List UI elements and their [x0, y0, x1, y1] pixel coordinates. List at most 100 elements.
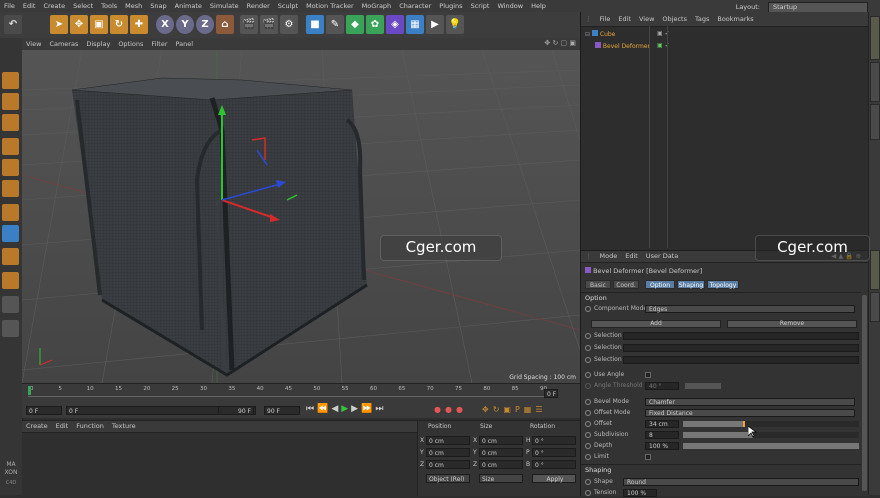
- tab-basic[interactable]: Basic: [585, 280, 611, 289]
- object-row-cube[interactable]: ⊟ Cube ▣ ✓: [585, 30, 865, 40]
- menu-animate[interactable]: Animate: [171, 0, 206, 12]
- vp-menu-options[interactable]: Options: [114, 38, 147, 50]
- angle-threshold-slider[interactable]: [685, 383, 721, 389]
- cube-object-name[interactable]: Cube: [600, 31, 616, 38]
- vp-menu-panel[interactable]: Panel: [172, 38, 198, 50]
- limit-checkbox[interactable]: [645, 454, 651, 460]
- viewport-nav-icons[interactable]: ✥ ↻ ▢ ▣: [544, 39, 576, 47]
- key-pla-icon[interactable]: ▦: [524, 405, 536, 414]
- anim-dot-icon[interactable]: [585, 345, 591, 351]
- render-view-icon[interactable]: 🎬: [240, 15, 258, 34]
- timeline-ruler[interactable]: 051015202530354045505560657075808590 0 F: [22, 383, 580, 404]
- menu-tools[interactable]: Tools: [97, 0, 121, 12]
- polygons-mode-icon[interactable]: [2, 180, 19, 197]
- select-arrow-icon[interactable]: ➤: [50, 15, 68, 34]
- autokey-icon[interactable]: ●: [445, 405, 456, 414]
- apply-button[interactable]: Apply: [532, 474, 576, 483]
- workplane-icon[interactable]: [2, 272, 19, 289]
- mat-menu-texture[interactable]: Texture: [108, 421, 140, 432]
- shape-dropdown[interactable]: Round: [623, 478, 859, 486]
- key-rot-icon[interactable]: ↻: [493, 405, 504, 414]
- tab-coord[interactable]: Coord.: [613, 280, 639, 289]
- points-mode-icon[interactable]: [2, 138, 19, 155]
- subdivision-field[interactable]: 8: [645, 431, 679, 439]
- tweak-mode-icon[interactable]: [2, 225, 19, 242]
- content-browser-dock-tab[interactable]: [870, 62, 880, 102]
- component-mode-dropdown[interactable]: Edges: [645, 305, 855, 313]
- offset-slider[interactable]: [683, 421, 859, 427]
- tab-option[interactable]: Option: [645, 280, 675, 289]
- subdivision-slider[interactable]: [683, 432, 859, 438]
- playback-controls[interactable]: ⏮⏪◀▶▶⏩⏭: [306, 404, 386, 414]
- attr-menu-edit[interactable]: Edit: [621, 251, 642, 262]
- menu-help[interactable]: Help: [527, 0, 550, 12]
- key-menu-icon[interactable]: ☰: [535, 405, 546, 414]
- move-icon[interactable]: ✥: [70, 15, 88, 34]
- timeline-end-field[interactable]: 0 F: [544, 389, 558, 398]
- render-picture-icon[interactable]: 🎬: [260, 15, 278, 34]
- key-scale-icon[interactable]: ▣: [503, 405, 515, 414]
- object-row-bevel-deformer[interactable]: Bevel Deformer ▣ ✓: [595, 42, 865, 52]
- step-fwd-icon[interactable]: ▶: [351, 404, 361, 414]
- anim-dot-icon[interactable]: [585, 372, 591, 378]
- play-icon[interactable]: ▶: [341, 404, 351, 414]
- anim-dot-icon[interactable]: [585, 410, 591, 416]
- add-icon[interactable]: ✚: [130, 15, 148, 34]
- keyframe-icon[interactable]: ●: [456, 405, 467, 414]
- anim-dot-icon[interactable]: [585, 421, 591, 427]
- anim-dot-icon[interactable]: [585, 490, 591, 496]
- coordinate-system-icon[interactable]: ⌂: [216, 15, 234, 34]
- mat-menu-edit[interactable]: Edit: [52, 421, 73, 432]
- attr-menu-user-data[interactable]: User Data: [642, 251, 682, 262]
- prev-key-icon[interactable]: ⏪: [317, 404, 331, 414]
- tension-field[interactable]: 100 %: [623, 489, 657, 497]
- floor-icon[interactable]: ▦: [406, 15, 424, 34]
- z-axis-icon[interactable]: Z: [196, 15, 214, 34]
- menu-simulate[interactable]: Simulate: [206, 0, 243, 12]
- snap-icon[interactable]: [2, 248, 19, 265]
- lock-icon[interactable]: [2, 320, 19, 337]
- vp-menu-view[interactable]: View: [22, 38, 45, 50]
- obj-menu-bookmarks[interactable]: Bookmarks: [713, 12, 757, 26]
- mat-menu-create[interactable]: Create: [22, 421, 52, 432]
- expand-icon[interactable]: ⊟: [585, 31, 590, 38]
- anim-dot-icon[interactable]: [585, 443, 591, 449]
- anim-dot-icon[interactable]: [585, 432, 591, 438]
- obj-menu-edit[interactable]: Edit: [614, 12, 635, 26]
- pen-icon[interactable]: ✎: [326, 15, 344, 34]
- record-controls[interactable]: ●●●: [434, 405, 467, 414]
- menu-sculpt[interactable]: Sculpt: [274, 0, 302, 12]
- key-type-controls[interactable]: ✥↻▣P▦☰: [482, 405, 547, 414]
- attributes-dock-tab[interactable]: [870, 250, 880, 290]
- step-back-icon[interactable]: ◀: [331, 404, 341, 414]
- size-y-field[interactable]: 0 cm: [479, 448, 523, 457]
- goto-start-icon[interactable]: ⏮: [306, 404, 317, 414]
- anim-dot-icon[interactable]: [585, 357, 591, 363]
- menu-script[interactable]: Script: [467, 0, 494, 12]
- mat-menu-function[interactable]: Function: [72, 421, 108, 432]
- depth-slider[interactable]: [683, 443, 859, 449]
- start-frame-field[interactable]: 0 F: [26, 406, 62, 415]
- playhead[interactable]: [28, 386, 31, 395]
- menu-mograph[interactable]: MoGraph: [358, 0, 396, 12]
- structure-dock-tab[interactable]: [870, 104, 880, 140]
- cube-icon[interactable]: ■: [306, 15, 324, 34]
- rotate-icon[interactable]: ↻: [110, 15, 128, 34]
- camera-icon[interactable]: ▶: [426, 15, 444, 34]
- attr-scrollbar[interactable]: [862, 295, 867, 491]
- rotation-p-field[interactable]: 0 °: [532, 448, 576, 457]
- anim-dot-icon[interactable]: [585, 306, 591, 312]
- bevel-mode-dropdown[interactable]: Chamfer: [645, 398, 855, 406]
- rotation-h-field[interactable]: 0 °: [532, 436, 576, 445]
- menu-motion-tracker[interactable]: Motion Tracker: [302, 0, 358, 12]
- menu-edit[interactable]: Edit: [19, 0, 40, 12]
- menu-mesh[interactable]: Mesh: [121, 0, 146, 12]
- add-button[interactable]: Add: [591, 320, 721, 328]
- vp-menu-display[interactable]: Display: [82, 38, 114, 50]
- size-mode-dropdown[interactable]: Size: [479, 474, 523, 483]
- next-key-icon[interactable]: ⏩: [361, 404, 375, 414]
- anim-dot-icon[interactable]: [585, 383, 591, 389]
- use-angle-checkbox[interactable]: [645, 372, 651, 378]
- menu-file[interactable]: File: [0, 0, 19, 12]
- key-pos-icon[interactable]: ✥: [482, 405, 493, 414]
